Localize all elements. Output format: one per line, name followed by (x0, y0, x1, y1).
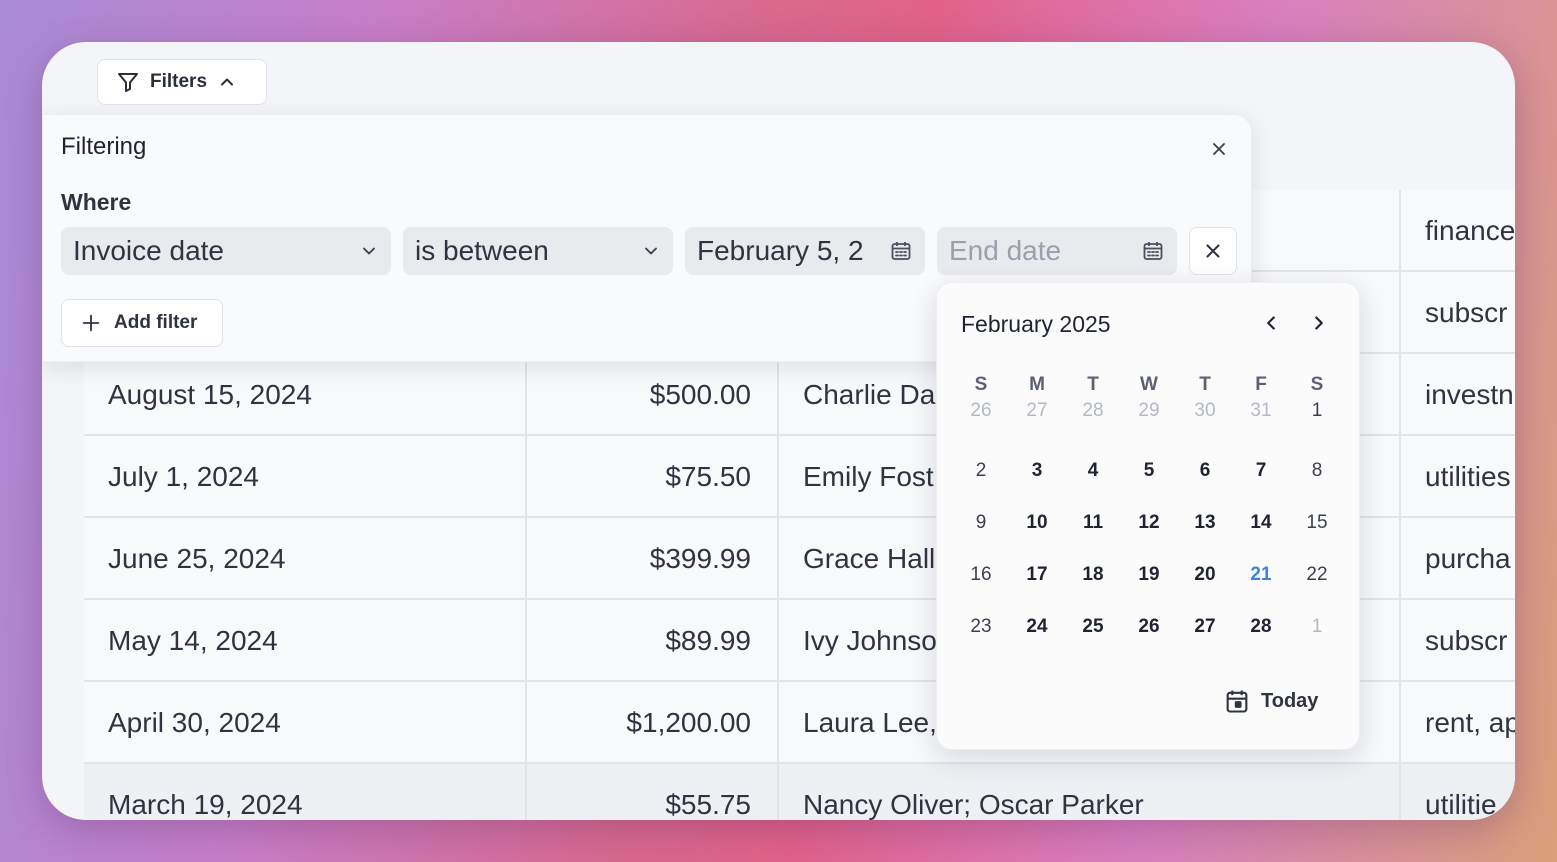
calendar-day[interactable]: 10 (1009, 501, 1065, 545)
remove-filter-button[interactable] (1189, 227, 1237, 275)
calendar-day[interactable]: 6 (1177, 449, 1233, 493)
calendar-day-outside[interactable]: 31 (1233, 389, 1289, 433)
name-cell: Nancy Oliver; Oscar Parker (779, 764, 1401, 820)
calendar-day-outside[interactable]: 29 (1121, 389, 1177, 433)
calendar-day-outside[interactable]: 28 (1065, 389, 1121, 433)
date-cell: May 14, 2024 (84, 600, 527, 682)
calendar-day[interactable]: 13 (1177, 501, 1233, 545)
calendar-icon[interactable] (1141, 239, 1165, 263)
calendar-day[interactable]: 2 (953, 449, 1009, 493)
next-month-button[interactable] (1301, 305, 1337, 341)
close-filter-panel-button[interactable] (1201, 131, 1237, 167)
calendar-day[interactable]: 8 (1289, 449, 1345, 493)
calendar-day[interactable]: 11 (1065, 501, 1121, 545)
today-button[interactable]: Today (1223, 687, 1318, 715)
chevron-right-icon (1315, 316, 1323, 330)
date-cell: April 30, 2024 (84, 682, 527, 764)
calendar-day[interactable]: 15 (1289, 501, 1345, 545)
filter-icon (118, 73, 138, 92)
amount-cell: $500.00 (527, 354, 779, 436)
calendar-day[interactable]: 21 (1233, 553, 1289, 597)
app-window: Filters finance subscr August 15, 2024 $… (42, 42, 1515, 820)
filter-operator-select[interactable]: is between (403, 227, 673, 275)
amount-cell: $399.99 (527, 518, 779, 600)
calendar-day-outside[interactable]: 1 (1289, 605, 1345, 649)
calendar-day[interactable]: 5 (1121, 449, 1177, 493)
calendar-today-icon (1226, 690, 1248, 713)
filter-operator-value: is between (415, 235, 549, 266)
calendar-day[interactable]: 18 (1065, 553, 1121, 597)
today-label: Today (1261, 689, 1319, 712)
calendar-day[interactable]: 7 (1233, 449, 1289, 493)
date-cell: March 19, 2024 (84, 764, 527, 820)
calendar-day[interactable]: 9 (953, 501, 1009, 545)
calendar-day[interactable]: 25 (1065, 605, 1121, 649)
filters-toggle-button[interactable]: Filters (97, 59, 267, 105)
calendar-day[interactable]: 17 (1009, 553, 1065, 597)
date-picker-popover: February 2025 S M T W T F S 26 27 28 29 30 31 1 2 3 4 5 6 7… (936, 282, 1360, 750)
calendar-day[interactable]: 24 (1009, 605, 1065, 649)
calendar-icon[interactable] (889, 239, 913, 263)
category-cell: rent, ap (1425, 707, 1515, 738)
calendar-day[interactable]: 22 (1289, 553, 1345, 597)
calendar-day[interactable]: 23 (953, 605, 1009, 649)
close-icon (1206, 244, 1220, 258)
calendar-day[interactable]: 26 (1121, 605, 1177, 649)
start-date-input[interactable]: February 5, 2 (685, 227, 925, 275)
category-cell: subscr (1425, 625, 1508, 656)
calendar-day[interactable]: 16 (953, 553, 1009, 597)
chevron-down-icon (645, 247, 657, 255)
filter-field-select[interactable]: Invoice date (61, 227, 391, 275)
calendar-day[interactable]: 14 (1233, 501, 1289, 545)
close-icon (1213, 143, 1225, 155)
chevron-down-icon (363, 247, 375, 255)
table-row[interactable]: March 19, 2024 $55.75 Nancy Oliver; Osca… (84, 764, 1515, 820)
date-cell: August 15, 2024 (84, 354, 527, 436)
end-date-placeholder: End date (949, 235, 1062, 266)
date-cell: June 25, 2024 (84, 518, 527, 600)
calendar-day[interactable]: 28 (1233, 605, 1289, 649)
amount-cell: $75.50 (527, 436, 779, 518)
where-label: Where (61, 189, 132, 215)
category-cell: utilitie (1425, 789, 1497, 820)
amount-cell: $55.75 (527, 764, 779, 820)
end-date-input[interactable]: End date (937, 227, 1177, 275)
start-date-value: February 5, 2 (697, 235, 864, 266)
calendar-day-outside[interactable]: 27 (1009, 389, 1065, 433)
filter-panel-title: Filtering (61, 133, 147, 160)
calendar-day-outside[interactable]: 26 (953, 389, 1009, 433)
previous-month-button[interactable] (1253, 305, 1289, 341)
calendar-day[interactable]: 1 (1289, 389, 1345, 433)
chevron-up-icon (221, 78, 234, 86)
filter-field-value: Invoice date (73, 235, 224, 266)
category-cell: subscr (1425, 297, 1508, 328)
category-cell: investn (1425, 379, 1514, 410)
category-cell: utilities (1425, 461, 1511, 492)
calendar-day[interactable]: 4 (1065, 449, 1121, 493)
calendar-day[interactable]: 27 (1177, 605, 1233, 649)
chevron-left-icon (1267, 316, 1275, 330)
add-filter-label: Add filter (114, 312, 198, 333)
filters-label: Filters (150, 71, 208, 92)
amount-cell: $89.99 (527, 600, 779, 682)
calendar-day-outside[interactable]: 30 (1177, 389, 1233, 433)
calendar-day[interactable]: 3 (1009, 449, 1065, 493)
category-cell: purcha (1425, 543, 1511, 574)
calendar-day[interactable]: 20 (1177, 553, 1233, 597)
add-filter-button[interactable]: Add filter (61, 299, 223, 347)
amount-cell: $1,200.00 (527, 682, 779, 764)
category-cell: finance (1425, 215, 1515, 246)
calendar-month-label: February 2025 (961, 311, 1111, 337)
date-cell: July 1, 2024 (84, 436, 527, 518)
calendar-day[interactable]: 12 (1121, 501, 1177, 545)
calendar-day[interactable]: 19 (1121, 553, 1177, 597)
plus-icon (82, 314, 100, 332)
